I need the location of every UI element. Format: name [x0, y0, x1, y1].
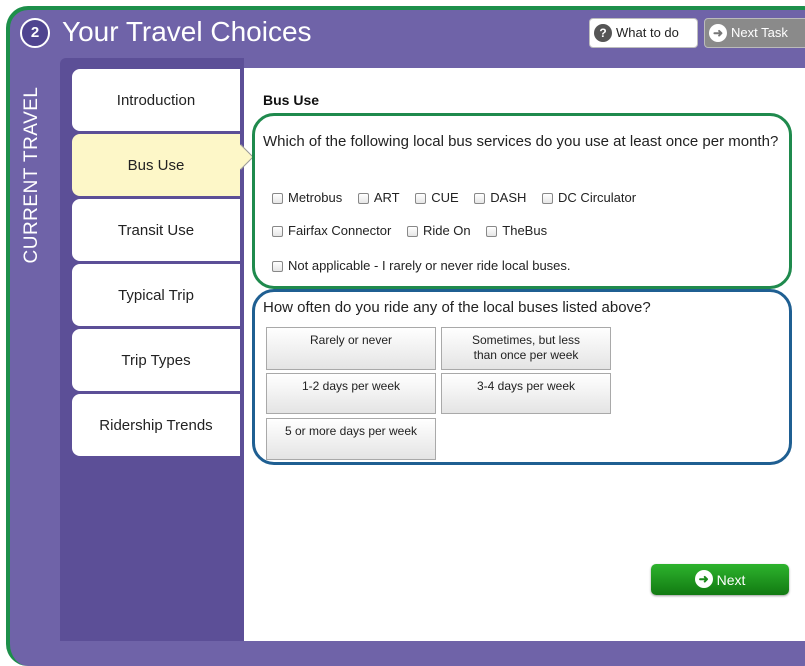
option-label: Rarely or never	[309, 333, 393, 347]
option-label: Sometimes, but less than once per week	[471, 333, 581, 362]
nav-item-bus-use[interactable]: Bus Use	[72, 134, 240, 196]
help-icon: ?	[594, 23, 612, 42]
frequency-question: How often do you ride any of the local b…	[263, 299, 651, 316]
checkbox-label: DC Circulator	[558, 190, 637, 205]
nav-item-trip-types[interactable]: Trip Types	[72, 329, 240, 391]
checkbox-label: Not applicable - I rarely or never ride …	[288, 258, 571, 273]
checkbox-box[interactable]	[406, 225, 418, 237]
checkbox-box[interactable]	[474, 192, 486, 204]
frequency-option-rarely[interactable]: Rarely or never	[266, 327, 436, 370]
section-title: Bus Use	[263, 92, 320, 108]
checkbox-box[interactable]	[415, 192, 427, 204]
nav-item-ridership-trends[interactable]: Ridership Trends	[72, 394, 240, 456]
checkbox-box[interactable]	[357, 192, 369, 204]
step-number-badge: 2	[20, 18, 50, 48]
nav-item-label: Bus Use	[127, 156, 185, 174]
option-label: 3-4 days per week	[476, 379, 576, 393]
checkbox-box[interactable]	[272, 192, 283, 204]
nav-item-label: Typical Trip	[118, 286, 194, 304]
next-button[interactable]: ➜ Next	[651, 564, 789, 595]
nav-item-label: Ridership Trends	[99, 416, 213, 434]
checkbox-box[interactable]	[272, 225, 283, 237]
checkbox-box[interactable]	[272, 260, 283, 272]
checkbox-ride-on[interactable]: Ride On	[406, 223, 471, 239]
option-label: 5 or more days per week	[284, 424, 418, 438]
checkbox-label: Fairfax Connector	[288, 223, 392, 238]
services-question: Which of the following local bus service…	[263, 133, 779, 150]
next-task-label: Next Task	[731, 25, 788, 40]
frequency-option-sometimes[interactable]: Sometimes, but less than once per week	[441, 327, 611, 370]
checkbox-box[interactable]	[542, 192, 554, 204]
checkbox-box[interactable]	[486, 225, 498, 237]
nav-item-transit-use[interactable]: Transit Use	[72, 199, 240, 261]
side-label-text: CURRENT TRAVEL	[21, 86, 42, 264]
checkbox-label: Ride On	[422, 223, 471, 238]
section-side-label: CURRENT TRAVEL	[16, 70, 48, 280]
checkbox-label: Metrobus	[288, 190, 343, 205]
nav-item-label: Transit Use	[117, 221, 195, 239]
services-row-2: Fairfax Connector Ride On TheBus	[272, 223, 559, 239]
checkbox-cue[interactable]: CUE	[415, 190, 459, 206]
option-label: 1-2 days per week	[301, 379, 401, 393]
checkbox-art[interactable]: ART	[357, 190, 400, 206]
arrow-right-icon: ➜	[694, 569, 713, 588]
next-button-label: Next	[716, 571, 746, 588]
header: 2 Your Travel Choices ? What to do ➜ Next …	[14, 14, 805, 54]
nav-item-label: Trip Types	[121, 351, 191, 369]
checkbox-not-applicable[interactable]: Not applicable - I rarely or never ride …	[272, 258, 571, 274]
arrow-right-icon: ➜	[709, 23, 727, 42]
checkbox-thebus[interactable]: TheBus	[486, 223, 547, 239]
checkbox-label: ART	[373, 190, 400, 205]
nav-item-typical-trip[interactable]: Typical Trip	[72, 264, 240, 326]
what-to-do-button[interactable]: ? What to do	[589, 18, 698, 48]
checkbox-label: TheBus	[502, 223, 548, 238]
next-task-button[interactable]: ➜ Next Task	[704, 18, 805, 48]
page-title: Your Travel Choices	[62, 16, 312, 47]
checkbox-label: DASH	[490, 190, 527, 205]
frequency-option-3-4-days[interactable]: 3-4 days per week	[441, 373, 611, 414]
nav-item-label: Introduction	[116, 91, 196, 109]
nav-item-introduction[interactable]: Introduction	[72, 69, 240, 131]
checkbox-fairfax-connector[interactable]: Fairfax Connector	[272, 223, 391, 239]
what-to-do-label: What to do	[616, 25, 679, 40]
checkbox-label: CUE	[431, 190, 459, 205]
frequency-option-1-2-days[interactable]: 1-2 days per week	[266, 373, 436, 414]
not-applicable-row: Not applicable - I rarely or never ride …	[272, 258, 583, 274]
frequency-option-5-plus-days[interactable]: 5 or more days per week	[266, 418, 436, 460]
checkbox-dash[interactable]: DASH	[474, 190, 526, 206]
checkbox-metrobus[interactable]: Metrobus	[272, 190, 342, 206]
checkbox-dc-circulator[interactable]: DC Circulator	[542, 190, 636, 206]
services-row-1: Metrobus ART CUE DASH DC Circulator	[272, 190, 648, 206]
